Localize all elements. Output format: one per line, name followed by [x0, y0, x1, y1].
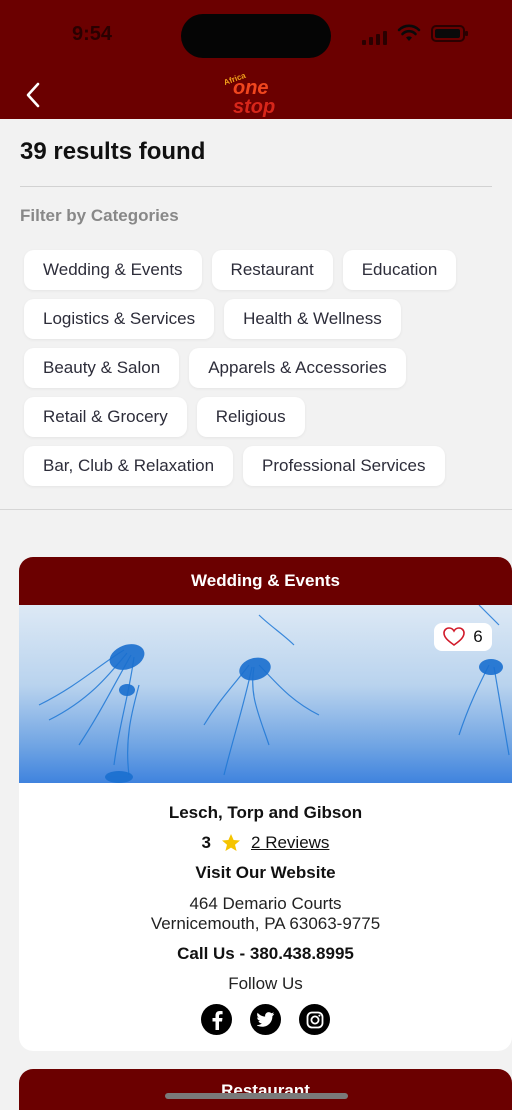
- chip-bar-club-relaxation[interactable]: Bar, Club & Relaxation: [24, 446, 234, 486]
- divider: [0, 509, 512, 510]
- chip-row: Wedding & Events Restaurant Education: [24, 250, 494, 290]
- chip-religious[interactable]: Religious: [196, 397, 305, 437]
- app-header: 9:54 Africa one stop: [0, 0, 512, 119]
- status-bar: 9:54: [0, 0, 512, 70]
- chip-row: Logistics & Services Health & Wellness: [24, 299, 494, 339]
- social-links: [19, 1004, 512, 1035]
- address-line-2: Vernicemouth, PA 63063-9775: [150, 914, 381, 933]
- chip-logistics-services[interactable]: Logistics & Services: [24, 299, 215, 339]
- reviews-link[interactable]: 2 Reviews: [251, 833, 329, 853]
- instagram-icon[interactable]: [299, 1004, 330, 1035]
- chip-education[interactable]: Education: [342, 250, 457, 290]
- chip-row: Bar, Club & Relaxation Professional Serv…: [24, 446, 494, 486]
- chip-row: Retail & Grocery Religious: [24, 397, 494, 437]
- star-icon: [222, 834, 241, 851]
- back-chevron-icon[interactable]: [20, 80, 48, 110]
- chip-beauty-salon[interactable]: Beauty & Salon: [24, 348, 180, 388]
- chip-retail-grocery[interactable]: Retail & Grocery: [24, 397, 187, 437]
- chip-professional-services[interactable]: Professional Services: [243, 446, 445, 486]
- call-us-link[interactable]: Call Us - 380.438.8995: [19, 944, 512, 964]
- results-count: 39 results found: [20, 138, 206, 165]
- business-card[interactable]: Wedding & Events 6 Lesch, Torp and Gibso…: [19, 557, 512, 1051]
- dynamic-island: [181, 14, 331, 58]
- card-category-header: Restaurant: [221, 1081, 310, 1100]
- twitter-icon[interactable]: [250, 1004, 281, 1035]
- chip-wedding-events[interactable]: Wedding & Events: [24, 250, 202, 290]
- chip-restaurant[interactable]: Restaurant: [211, 250, 333, 290]
- like-button[interactable]: 6: [434, 623, 492, 651]
- follow-us-label: Follow Us: [228, 974, 303, 993]
- chip-apparels-accessories[interactable]: Apparels & Accessories: [189, 348, 406, 388]
- rating-value: 3: [201, 833, 212, 852]
- business-address: 464 Demario Courts Vernicemouth, PA 6306…: [19, 894, 512, 934]
- filter-title: Filter by Categories: [20, 206, 179, 225]
- rating-row: 3 2 Reviews: [19, 833, 512, 853]
- chip-health-wellness[interactable]: Health & Wellness: [224, 299, 401, 339]
- card-category-header: Wedding & Events: [19, 557, 512, 605]
- svg-text:stop: stop: [233, 96, 275, 118]
- card-body: Lesch, Torp and Gibson 3 2 Reviews Visit…: [19, 803, 512, 1035]
- status-time: 9:54: [72, 23, 113, 45]
- battery-icon: [431, 25, 468, 42]
- category-chip-list: Wedding & Events Restaurant Education Lo…: [24, 250, 494, 495]
- wifi-icon: [397, 24, 421, 41]
- heart-icon: [443, 627, 466, 646]
- business-card[interactable]: Restaurant: [19, 1069, 512, 1110]
- cellular-signal-icon: [362, 31, 387, 45]
- divider: [20, 186, 492, 187]
- africa-one-stop-logo: Africa one stop: [223, 72, 276, 118]
- home-indicator[interactable]: [165, 1093, 348, 1099]
- facebook-icon[interactable]: [201, 1004, 232, 1035]
- business-name: Lesch, Torp and Gibson: [168, 803, 363, 822]
- visit-website-link[interactable]: Visit Our Website: [19, 863, 512, 883]
- address-line-1: 464 Demario Courts: [189, 894, 342, 913]
- business-image: 6: [19, 605, 512, 783]
- chip-row: Beauty & Salon Apparels & Accessories: [24, 348, 494, 388]
- like-count: 6: [473, 627, 483, 646]
